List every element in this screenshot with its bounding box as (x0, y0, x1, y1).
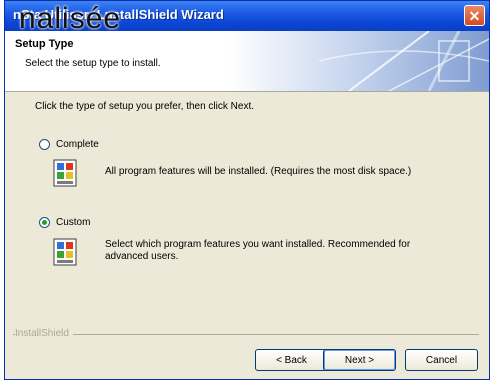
page-title: Setup Type (15, 38, 74, 50)
branding-divider (13, 334, 479, 335)
close-icon: ✕ (468, 7, 481, 24)
custom-radio[interactable] (39, 217, 50, 228)
custom-description: Select which program features you want i… (105, 239, 411, 262)
complete-description: All program features will be installed. … (105, 166, 412, 177)
custom-option[interactable]: Custom (39, 217, 90, 228)
setup-program-icon (53, 238, 77, 266)
installshield-branding: InstallShield (15, 328, 73, 339)
next-button[interactable]: Next > (323, 349, 396, 371)
complete-label: Complete (56, 139, 99, 150)
instruction-text: Click the type of setup you prefer, then… (35, 101, 254, 112)
complete-radio[interactable] (39, 139, 50, 150)
title-bar[interactable]: nSta Utilissr- LnstallShield Wizard nali… (5, 1, 489, 35)
installshield-wizard-window: nSta Utilissr- LnstallShield Wizard nali… (4, 0, 490, 380)
custom-label: Custom (56, 217, 91, 228)
title-overlay-text: nalisée (19, 2, 122, 35)
close-button[interactable]: ✕ (464, 5, 485, 26)
back-button[interactable]: < Back (255, 349, 328, 371)
wizard-header: Setup Type Select the setup type to inst… (5, 31, 489, 92)
cancel-button[interactable]: Cancel (405, 349, 478, 371)
setup-program-icon (53, 159, 77, 187)
complete-option[interactable]: Complete (39, 139, 99, 150)
header-decoration-graphic (229, 31, 489, 91)
page-subtitle: Select the setup type to install. (25, 58, 161, 69)
